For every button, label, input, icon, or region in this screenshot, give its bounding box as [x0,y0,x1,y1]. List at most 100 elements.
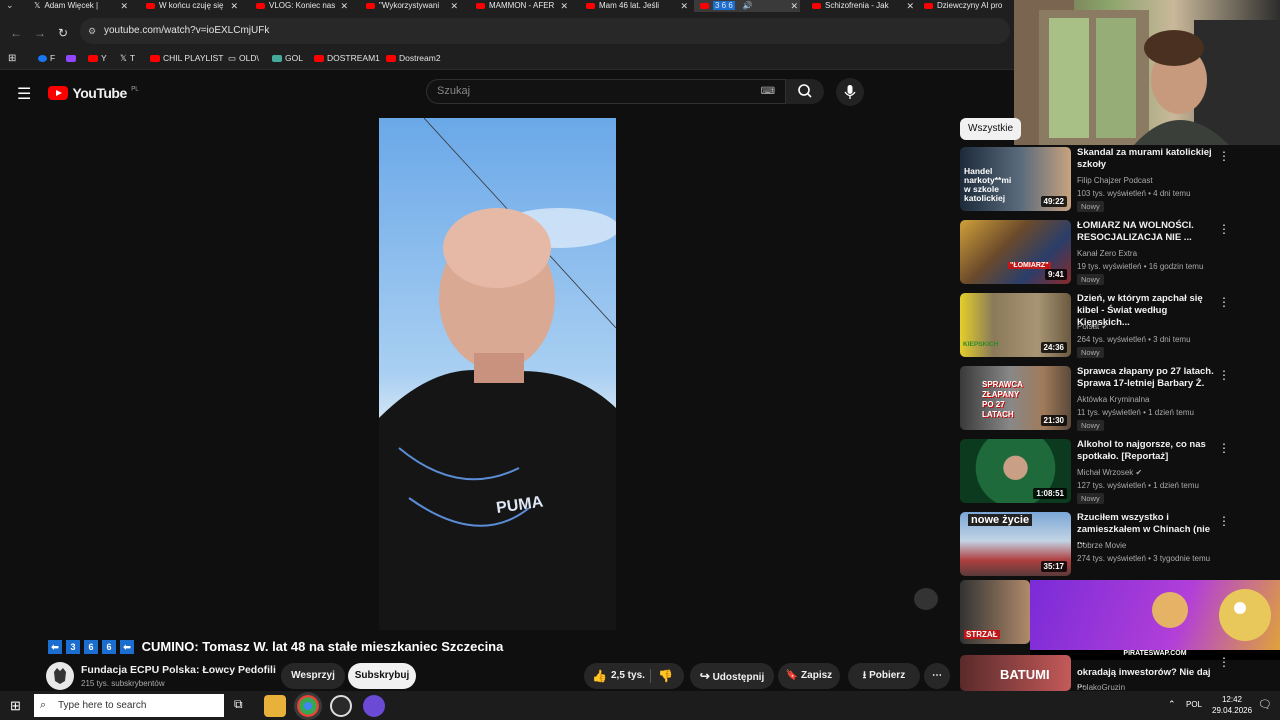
recommendation-item[interactable]: "ŁOMIARZ" 9:41 ŁOMIARZ NA WOLNOŚCI. RESO… [960,220,1260,288]
recommendation-item[interactable]: BATUMI okradają inwestorów? Nie daj ... … [960,655,1260,691]
like-button[interactable]: 👍 2,5 tys. [584,663,650,689]
tab[interactable]: 𝕏 Adam Więcek | ✕ [30,0,130,12]
recommendation-item[interactable]: SPRAWCA ZŁAPANY PO 27 LATACH 21:30 Spraw… [960,366,1260,434]
bookmark-dostream1[interactable]: DOSTREAM1 [314,53,380,63]
recommendation-title[interactable]: Sprawca złapany po 27 latach. Sprawa 17-… [1077,366,1217,390]
recommendation-channel[interactable]: PolakoGruzin [1077,683,1125,691]
recommendation-channel[interactable]: Michał Wrzosek ✔ [1077,468,1142,477]
dislike-button[interactable]: 👎 [658,663,673,689]
subscribe-button[interactable]: Subskrybuj [348,663,416,689]
voice-search-button[interactable] [836,78,864,106]
apps-grid-icon[interactable]: ⊞ [8,53,16,64]
tab[interactable]: VLOG: Koniec nas ✕ [250,0,350,12]
forward-icon[interactable]: → [34,26,46,40]
download-button[interactable]: ⭳ Pobierz [848,663,920,689]
bookmark-y[interactable]: Y [88,53,107,63]
recommendation-title[interactable]: ŁOMIARZ NA WOLNOŚCI. RESOCJALIZACJA NIE … [1077,220,1217,244]
video-thumbnail[interactable]: STRZAŁ [960,580,1030,644]
windows-start-icon[interactable]: ⊞ [10,698,21,714]
video-thumbnail[interactable]: nowe życie 35:17 [960,512,1071,576]
url-field[interactable]: ⚙ youtube.com/watch?v=ioEXLCmjUFk [80,18,1010,44]
tab[interactable]: MAMMON - AFER ✕ [470,0,570,12]
close-icon[interactable]: ✕ [790,0,798,12]
tab[interactable]: Dziewczyny AI pro [918,0,1014,12]
channel-watermark-icon[interactable] [914,588,938,610]
recommendation-item[interactable]: KIEPSKICH 24:36 Dzień, w którym zapchał … [960,293,1260,361]
video-thumbnail[interactable]: Handel narkoty**mi w szkole katolickiej … [960,147,1071,211]
close-icon[interactable]: ✕ [450,0,458,12]
search-button[interactable] [786,79,824,104]
more-vertical-icon[interactable]: ⋮ [1218,222,1230,236]
discord-icon[interactable] [363,695,385,717]
share-button[interactable]: ↪ Udostępnij [690,663,774,689]
more-vertical-icon[interactable]: ⋮ [1218,295,1230,309]
more-vertical-icon[interactable]: ⋮ [1218,441,1230,455]
recommendation-item[interactable]: 1:08:51 Alkohol to najgorsze, co nas spo… [960,439,1260,507]
tab-list-chevron-icon[interactable]: ⌄ [6,0,14,11]
tab[interactable]: Mam 46 lat. Jeśli ✕ [580,0,690,12]
bookmark-dostream2[interactable]: Dostream2 [386,53,441,63]
tab[interactable]: W końcu czuję się ✕ [140,0,240,12]
youtube-logo[interactable]: YouTube PL [48,84,139,101]
site-info-icon[interactable]: ⚙ [88,18,96,44]
video-player[interactable]: PUMA [379,118,616,630]
close-icon[interactable]: ✕ [680,0,688,12]
recommendation-title[interactable]: Skandal za murami katolickiej szkoły [1077,147,1217,171]
tab[interactable]: Schizofrenia - Jak ✕ [806,0,916,12]
more-vertical-icon[interactable]: ⋮ [1218,149,1230,163]
bookmark-chil-playlist[interactable]: CHIL PLAYLIST [150,53,223,63]
recommendation-channel[interactable]: Aktówka Kryminalna [1077,395,1149,404]
close-icon[interactable]: ✕ [560,0,568,12]
taskbar-search-input[interactable]: ⌕ Type here to search [34,694,224,717]
clock-date: 29.04.2026 [1212,706,1253,715]
tab-active[interactable]: 3 6 6 🔊 ✕ [694,0,800,12]
menu-icon[interactable]: ☰ [17,84,31,104]
recommendation-item[interactable]: nowe życie 35:17 Rzuciłem wszystko i zam… [960,512,1260,580]
ad-overlay[interactable] [1030,580,1280,650]
recommendation-title[interactable]: Alkohol to najgorsze, co nas spotkało. [… [1077,439,1217,463]
more-vertical-icon[interactable]: ⋮ [1218,368,1230,382]
close-icon[interactable]: ✕ [230,0,238,12]
tray-chevron-icon[interactable]: ⌃ [1168,699,1176,710]
recommendation-channel[interactable]: Polsat ✔ [1077,322,1108,331]
chrome-icon[interactable] [297,695,319,717]
more-vertical-icon[interactable]: ⋮ [1218,655,1230,669]
bookmark-old[interactable]: ▭ OLD\ [228,53,259,64]
task-view-icon[interactable]: ⧉ [234,697,243,712]
close-icon[interactable]: ✕ [906,0,914,12]
video-thumbnail[interactable]: SPRAWCA ZŁAPANY PO 27 LATACH 21:30 [960,366,1071,430]
video-thumbnail[interactable]: 1:08:51 [960,439,1071,503]
save-button[interactable]: 🔖 Zapisz [778,663,840,689]
speaker-icon[interactable]: 🔊 [743,1,753,10]
language-indicator[interactable]: POL [1186,700,1202,709]
bookmark-t[interactable]: 𝕏T [120,53,135,64]
bookmark-gol[interactable]: GOL [272,53,303,63]
bookmark-twitch[interactable] [66,53,79,63]
bookmark-f[interactable]: F [38,53,55,63]
close-icon[interactable]: ✕ [120,0,128,12]
search-input[interactable]: Szukaj ⌨ [426,79,786,104]
filter-chip-all[interactable]: Wszystkie [960,118,1021,140]
video-thumbnail[interactable]: KIEPSKICH 24:36 [960,293,1071,357]
back-icon[interactable]: ← [10,26,22,40]
more-vertical-icon[interactable]: ⋮ [1218,514,1230,528]
support-button[interactable]: Wesprzyj [281,663,345,689]
reload-icon[interactable]: ↻ [58,26,68,40]
tab[interactable]: "Wykorzystywani ✕ [360,0,460,12]
video-thumbnail[interactable]: "ŁOMIARZ" 9:41 [960,220,1071,284]
channel-name[interactable]: Fundacja ECPU Polska: Łowcy Pedofili [81,664,276,676]
file-explorer-icon[interactable] [264,695,286,717]
recommendation-channel[interactable]: Filip Chajzer Podcast [1077,176,1153,185]
folder-icon: ▭ [228,53,237,63]
video-thumbnail[interactable]: BATUMI [960,655,1071,691]
recommendation-channel[interactable]: Kanał Zero Extra [1077,249,1137,258]
recommendation-item[interactable]: Handel narkoty**mi w szkole katolickiej … [960,147,1260,215]
recommendation-channel[interactable]: Dobrze Movie [1077,541,1126,550]
keyboard-icon[interactable]: ⌨ [761,80,775,103]
notification-icon[interactable]: 🗨 [1258,698,1272,711]
obs-icon[interactable] [330,695,352,717]
clock[interactable]: 12:42 29.04.2026 [1212,694,1252,716]
more-actions-button[interactable]: ⋯ [924,663,950,689]
close-icon[interactable]: ✕ [340,0,348,12]
channel-avatar[interactable] [46,662,74,690]
